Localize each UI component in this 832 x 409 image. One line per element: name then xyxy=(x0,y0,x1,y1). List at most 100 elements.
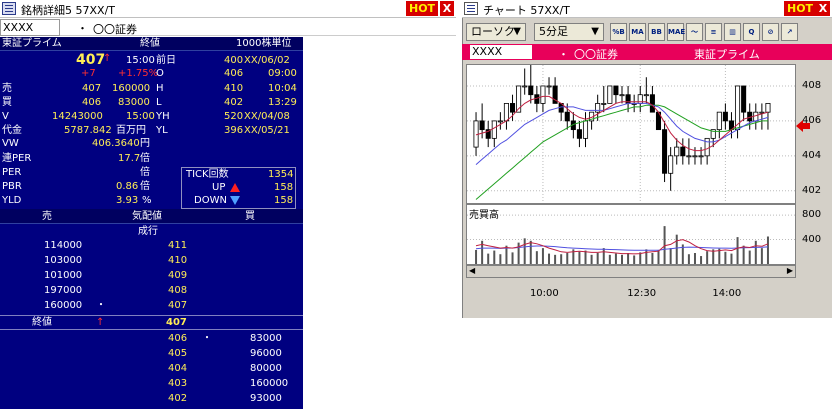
bid-price: 405 xyxy=(168,348,188,359)
chart-tool-button[interactable]: MAE xyxy=(667,23,685,41)
candle-body xyxy=(649,94,655,113)
quote-row-extra: XX/05/21 xyxy=(244,125,290,136)
up-triangle-icon xyxy=(230,183,240,192)
close-button[interactable]: X xyxy=(440,1,454,16)
chart-tool-button[interactable]: ⊘ xyxy=(762,23,779,41)
volume-bar xyxy=(693,253,696,264)
chart-tool-button[interactable]: %B xyxy=(610,23,627,41)
volume-bar xyxy=(621,254,623,264)
volume-bar xyxy=(724,251,727,264)
volume-plot[interactable]: 売買高 xyxy=(466,204,796,265)
tick-value: 1354 xyxy=(268,169,294,180)
consolidated-per-value: 17.7 xyxy=(118,153,141,164)
candle-body xyxy=(522,85,528,88)
candle-body xyxy=(722,111,728,122)
volume-bar xyxy=(730,253,733,264)
turnover-unit: 百万円 xyxy=(116,125,146,136)
volume-bar xyxy=(754,240,757,264)
price-plot[interactable] xyxy=(466,51,796,204)
candle-body xyxy=(686,155,692,158)
ask-qty: 160000 xyxy=(44,300,83,311)
bid-price: 404 xyxy=(168,363,188,374)
ask-qty: 101000 xyxy=(44,270,83,281)
chart-tool-button[interactable]: Q xyxy=(743,23,760,41)
volume-bar xyxy=(535,251,538,264)
bid-qty: 93000 xyxy=(250,393,282,404)
candle-body xyxy=(479,120,485,131)
window-icon xyxy=(2,2,16,15)
stock-detail-window: 銘柄詳細5 57XX/T HOT X XXXX ・ 〇〇証券 東証プライム 終値… xyxy=(0,0,456,409)
bid-qty: 80000 xyxy=(250,363,282,374)
pbr-label: PBR xyxy=(2,181,22,192)
volume-bar xyxy=(706,251,709,264)
tick-label: TICK回数 xyxy=(186,169,229,180)
chart-titlebar[interactable]: チャート 57XX/T HOT X xyxy=(462,0,832,18)
volume-bar xyxy=(614,253,617,264)
quote-row-label: 前日 xyxy=(156,55,176,66)
price-header: 終値 xyxy=(140,38,160,49)
board-header-price: 気配値 xyxy=(132,211,162,222)
up-label: UP xyxy=(212,182,226,193)
chart-stock-bar: XXXX ・ 〇〇証券 東証プライム xyxy=(462,44,832,61)
price-tick-label: 408 xyxy=(802,79,822,91)
volume-bar xyxy=(760,248,763,264)
price-up-arrow: ↑ xyxy=(103,53,112,64)
volume-bar xyxy=(736,237,739,264)
chart-market-label: 東証プライム xyxy=(694,48,760,61)
volume-bar xyxy=(560,254,563,264)
quote-row-extra: XX/06/02 xyxy=(244,55,290,66)
chart-tool-button[interactable]: BB xyxy=(648,23,665,41)
candle-body xyxy=(576,129,582,139)
candle-body xyxy=(497,120,503,123)
scroll-left-icon[interactable]: ◀ xyxy=(469,266,475,275)
turnover-label: 代金 xyxy=(2,125,22,136)
candle-body xyxy=(607,85,613,104)
chart-tool-button[interactable]: ≡ xyxy=(705,23,722,41)
chart-tool-button[interactable]: MA xyxy=(629,23,646,41)
volume-bar xyxy=(651,253,654,264)
code-input[interactable]: XXXX xyxy=(0,19,60,36)
volume-bar xyxy=(700,256,703,264)
volume-bar xyxy=(487,253,490,264)
candle-body xyxy=(503,103,509,122)
chart-tool-button[interactable]: ▥ xyxy=(724,23,741,41)
chart-scrollbar[interactable]: ◀ ▶ xyxy=(466,265,796,278)
chart-close-button[interactable]: X xyxy=(816,1,830,16)
tick-box: TICK回数 1354 UP 158 DOWN 158 xyxy=(181,167,296,209)
chart-hot-button[interactable]: HOT xyxy=(784,1,817,16)
chart-type-dropdown[interactable]: ローソク ▼ xyxy=(466,23,526,41)
down-value: 158 xyxy=(274,195,294,206)
candle-body xyxy=(613,85,619,96)
bid-qty: 96000 xyxy=(250,348,282,359)
quote-row-label: O xyxy=(156,68,164,79)
volume-bar xyxy=(511,252,514,264)
market-order-label: 成行 xyxy=(138,226,158,237)
volume-bar xyxy=(578,251,581,264)
turnover-value: 5787.842 xyxy=(64,125,112,136)
hot-button[interactable]: HOT xyxy=(406,1,439,16)
price-time: 15:00 xyxy=(126,55,155,66)
volume-bar xyxy=(596,253,599,264)
volume-bar xyxy=(493,250,496,264)
volume-bar xyxy=(633,255,636,264)
bid-mark: ・ xyxy=(202,333,212,344)
buy-qty: 83000 xyxy=(118,97,150,108)
stock-detail-titlebar[interactable]: 銘柄詳細5 57XX/T HOT X xyxy=(0,0,456,18)
consolidated-per-unit: 倍 xyxy=(140,153,150,164)
chart-name-dot: ・ xyxy=(558,48,569,61)
candle-body xyxy=(582,120,589,139)
volume-bar xyxy=(541,248,544,264)
ask-qty: 103000 xyxy=(44,255,83,266)
chart-tool-button[interactable]: ↗ xyxy=(781,23,798,41)
scroll-right-icon[interactable]: ▶ xyxy=(787,266,793,275)
per-unit: 倍 xyxy=(140,167,150,178)
chart-code-input[interactable]: XXXX xyxy=(470,45,532,59)
candle-body xyxy=(564,111,570,122)
consolidated-per-label: 連PER xyxy=(2,153,32,164)
quote-row-value: 406 xyxy=(224,68,244,79)
quote-row-value: 402 xyxy=(224,97,244,108)
interval-dropdown[interactable]: 5分足 ▼ xyxy=(534,23,604,41)
ask-price: 411 xyxy=(168,240,188,251)
chevron-down-icon: ▼ xyxy=(513,26,521,37)
chart-tool-button[interactable]: 〜 xyxy=(686,23,703,41)
